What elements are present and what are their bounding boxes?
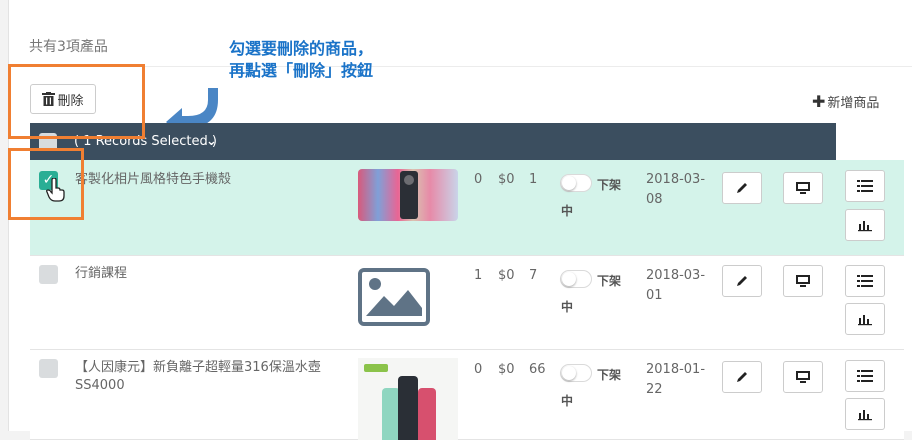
bar-chart-icon — [858, 410, 872, 421]
toggle-knob — [562, 272, 576, 286]
table-row: 行銷課程 1 $0 7 下架 中 2018-03- 01 — [30, 256, 904, 350]
preview-button[interactable] — [783, 172, 823, 204]
chevron-down-icon[interactable]: ⌄ — [206, 134, 217, 149]
pencil-icon — [737, 183, 747, 193]
monitor-icon — [796, 275, 810, 287]
list-icon — [857, 275, 873, 287]
list-button[interactable] — [845, 360, 885, 392]
list-button[interactable] — [845, 170, 885, 202]
publish-toggle[interactable] — [560, 270, 592, 288]
date-line-2: 22 — [646, 382, 663, 397]
edit-button[interactable] — [722, 265, 762, 297]
edit-button[interactable] — [722, 361, 762, 393]
date-line-1: 2018-03- — [646, 172, 706, 187]
stock-value: 1 — [474, 268, 483, 283]
views-value: 7 — [529, 268, 538, 283]
publish-toggle[interactable] — [560, 364, 592, 382]
pencil-icon — [737, 372, 747, 382]
table-row: ✓ 客製化相片風格特色手機殼 0 $0 1 下架 中 2018-03- 08 — [30, 160, 904, 256]
date-value: 2018-01- 22 — [646, 360, 706, 400]
publish-toggle[interactable] — [560, 174, 592, 192]
views-value: 66 — [529, 362, 546, 377]
bottle-shape — [398, 376, 418, 440]
toggle-knob — [562, 366, 576, 380]
product-name[interactable]: 客製化相片風格特色手機殼 — [75, 171, 335, 189]
preview-button[interactable] — [783, 265, 823, 297]
product-name[interactable]: 【人因康元】新負離子超輕量316保溫水壺SS4000 — [75, 359, 335, 395]
add-product-button[interactable]: ✚ 新增商品 — [812, 92, 880, 112]
panel-header: 共有3項產品 — [9, 0, 912, 66]
highlight-box-checkbox — [8, 148, 84, 220]
stock-value: 0 — [474, 362, 483, 377]
date-line-1: 2018-03- — [646, 268, 706, 283]
status-label-2: 中 — [561, 204, 574, 218]
instruction-callout: 勾選要刪除的商品， 再點選「刪除」按鈕 — [229, 38, 373, 82]
preview-button[interactable] — [783, 361, 823, 393]
status-label-2: 中 — [561, 300, 574, 314]
row-checkbox[interactable] — [39, 359, 58, 378]
stock-value: 0 — [474, 172, 483, 187]
callout-line-2: 再點選「刪除」按鈕 — [229, 61, 374, 80]
status-label: 下架 — [597, 368, 622, 382]
date-value: 2018-03- 01 — [646, 266, 706, 306]
stats-button[interactable] — [845, 209, 885, 241]
add-product-label: 新增商品 — [827, 96, 880, 111]
row-checkbox[interactable] — [39, 265, 58, 284]
status-label: 下架 — [597, 274, 622, 288]
callout-line-1: 勾選要刪除的商品， — [229, 39, 374, 58]
bottle-shape — [418, 388, 436, 440]
price-value: $0 — [498, 172, 515, 187]
product-name[interactable]: 行銷課程 — [75, 265, 335, 283]
bar-chart-icon — [858, 315, 872, 326]
list-icon — [857, 370, 873, 382]
camera-shape — [404, 175, 414, 185]
product-count: 共有3項產品 — [29, 39, 108, 55]
monitor-icon — [796, 371, 810, 383]
edit-button[interactable] — [722, 172, 762, 204]
monitor-icon — [796, 182, 810, 194]
date-line-2: 08 — [646, 192, 663, 207]
status-label: 下架 — [597, 178, 622, 192]
views-value: 1 — [529, 172, 538, 187]
table-row: 【人因康元】新負離子超輕量316保溫水壺SS4000 0 $0 66 下架 中 … — [30, 350, 904, 440]
selection-bar: ( 1 Records Selected ) ⌄ — [30, 123, 836, 160]
stats-button[interactable] — [845, 398, 885, 430]
highlight-box-delete — [8, 64, 145, 139]
pencil-icon — [737, 276, 747, 286]
list-icon — [857, 180, 873, 192]
price-value: $0 — [498, 268, 515, 283]
date-line-1: 2018-01- — [646, 362, 706, 377]
date-line-2: 01 — [646, 288, 663, 303]
brand-logo — [364, 364, 388, 372]
price-value: $0 — [498, 362, 515, 377]
status-label-2: 中 — [561, 394, 574, 408]
product-image — [358, 169, 458, 221]
date-value: 2018-03- 08 — [646, 170, 706, 210]
stats-button[interactable] — [845, 303, 885, 335]
plus-icon: ✚ — [812, 92, 826, 111]
product-image — [358, 358, 458, 440]
bar-chart-icon — [858, 221, 872, 232]
product-image — [358, 268, 458, 326]
image-placeholder-icon — [358, 268, 430, 326]
list-button[interactable] — [845, 265, 885, 297]
toggle-knob — [562, 176, 576, 190]
